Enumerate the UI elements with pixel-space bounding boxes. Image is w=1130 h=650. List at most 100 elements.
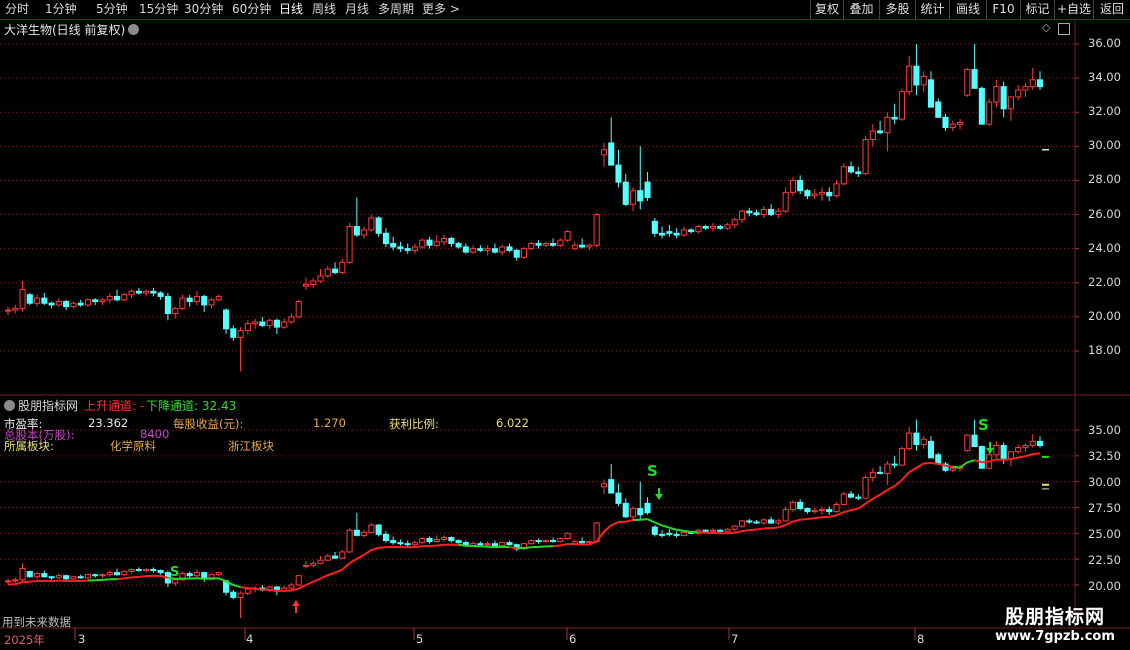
ind-candle (77, 576, 84, 579)
ind-y-tick: 35.00 (1088, 423, 1121, 437)
ind-candle (397, 542, 404, 545)
candle (150, 290, 157, 294)
stock-title: 大洋生物(日线 前复权) (4, 23, 126, 37)
ind-candle (550, 540, 557, 543)
candle (499, 246, 506, 253)
channel-line-segment (356, 553, 365, 560)
channel-line-segment (102, 578, 110, 581)
ind-candle (70, 576, 77, 580)
channel-line-segment (981, 460, 990, 464)
channel-line-segment (458, 543, 466, 547)
candle (259, 321, 266, 326)
diamond-icon[interactable]: ◇ (1042, 21, 1050, 34)
channel-line-segment (865, 497, 874, 505)
channel-line-segment (829, 514, 837, 518)
candle (986, 101, 993, 125)
ind-candle (862, 477, 869, 499)
ind-candle (760, 519, 767, 524)
channel-line-segment (116, 577, 125, 581)
channel-line-segment (625, 519, 634, 523)
ind-candle (113, 572, 121, 576)
candle (121, 294, 128, 301)
channel-line-segment (843, 509, 852, 514)
candle (382, 232, 389, 245)
candle (404, 248, 411, 251)
candle (252, 321, 259, 325)
candle (724, 224, 731, 229)
candle (70, 302, 77, 308)
ind-candle (557, 538, 564, 543)
ind-candle (789, 501, 796, 511)
candle (644, 181, 651, 198)
candle (993, 86, 1000, 103)
ind-candle (426, 538, 433, 543)
candle (920, 75, 927, 86)
indicator-menu-icon[interactable] (4, 400, 15, 411)
channel-line-segment (749, 528, 757, 532)
candle (419, 239, 426, 248)
channel-line-segment (814, 516, 823, 520)
candle (1007, 96, 1014, 110)
candle (811, 193, 818, 197)
candle (4, 309, 12, 312)
ind-candle (390, 540, 397, 544)
ind-candle (855, 496, 862, 499)
ind-candle (884, 463, 891, 474)
channel-line-segment (792, 518, 801, 523)
channel-line-segment (341, 562, 351, 571)
channel-line-segment (14, 581, 23, 586)
channel-line-segment (312, 577, 321, 583)
candle (55, 301, 62, 306)
y-tick: 32.00 (1088, 104, 1121, 118)
candle (208, 299, 215, 306)
profit-ratio-label: 获利比例: (389, 417, 439, 431)
x-axis-year: 2025年 (4, 633, 45, 647)
sell-signal-label: S (647, 462, 658, 480)
ind-candle (579, 541, 586, 544)
ind-candle (1000, 445, 1007, 460)
candle (877, 130, 884, 134)
candle (608, 142, 615, 166)
candle (971, 69, 978, 89)
ind-candle (535, 540, 542, 543)
ind-candle (4, 580, 12, 583)
channel-line-segment (836, 511, 845, 517)
candle (717, 225, 724, 229)
y-tick: 30.00 (1088, 138, 1121, 152)
kline-chart-svg[interactable] (0, 0, 1130, 650)
ind-candle (782, 509, 789, 522)
ind-candle (891, 463, 898, 466)
ind-candle (55, 575, 62, 579)
window-toggle-icon[interactable] (1058, 23, 1070, 35)
channel-line-segment (756, 527, 764, 531)
candle (273, 319, 280, 328)
eps-label: 每股收益(元): (173, 417, 244, 431)
candle (695, 225, 702, 233)
channel-line-segment (414, 545, 423, 549)
down-arrow-icon (986, 448, 994, 454)
candle (826, 191, 833, 197)
ind-candle (230, 591, 237, 598)
ind-y-tick: 32.50 (1088, 449, 1121, 463)
channel-line-segment (771, 526, 779, 530)
ind-candle (629, 508, 637, 518)
chevron-down-icon[interactable] (128, 24, 139, 35)
channel-line-segment (741, 529, 750, 533)
candle (1029, 79, 1036, 88)
ind-candle (906, 432, 913, 450)
ind-candle (731, 525, 738, 530)
ind-candle (717, 529, 724, 532)
ind-candle (506, 542, 513, 546)
candle (484, 248, 491, 251)
sell-signal-label: S (170, 565, 180, 580)
candle (12, 307, 19, 311)
down-arrow-icon (655, 494, 663, 500)
ind-candle (26, 571, 33, 578)
ind-candle (99, 574, 106, 577)
channel-line-segment (734, 530, 743, 534)
x-axis-month: 8 (917, 632, 925, 646)
ind-candle (368, 524, 375, 533)
ind-candle (971, 434, 978, 448)
candle (201, 295, 208, 306)
ind-candle (433, 539, 440, 543)
